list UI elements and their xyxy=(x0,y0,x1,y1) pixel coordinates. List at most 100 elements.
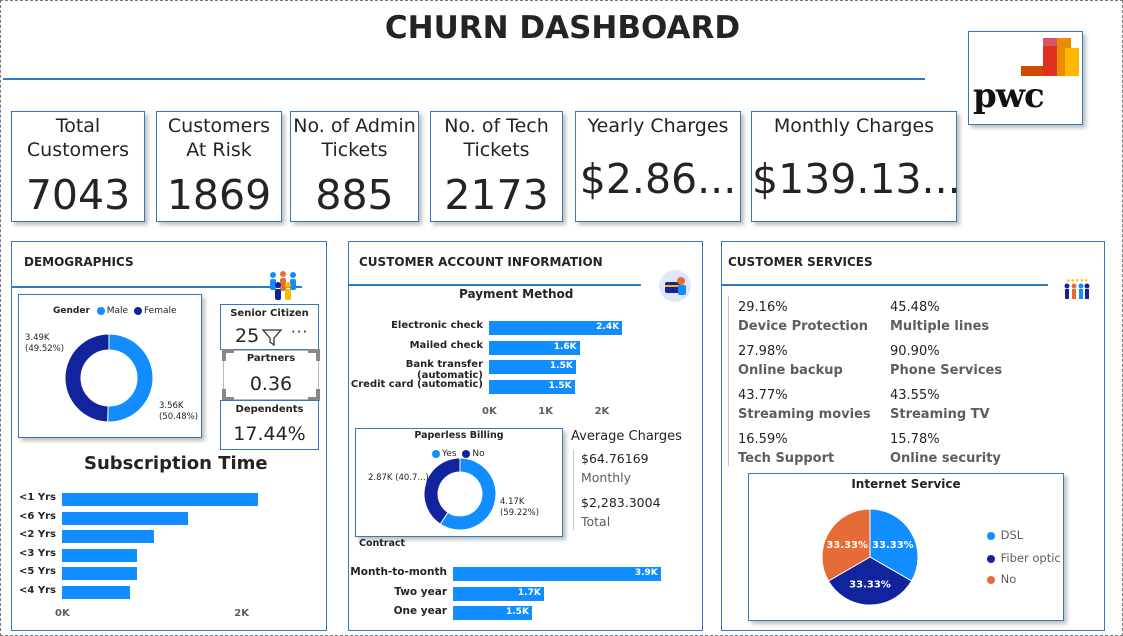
slice-no[interactable] xyxy=(423,457,461,525)
bar[interactable] xyxy=(453,567,661,581)
category-label: One year xyxy=(393,605,447,617)
category-label: <5 Yrs xyxy=(19,566,56,577)
service-name: Phone Services xyxy=(890,363,1003,378)
services-panel: CUSTOMER SERVICES ★★★★★ 29.16% Device Pr… xyxy=(721,241,1105,631)
slice-male[interactable] xyxy=(107,333,154,423)
kpi-customers-at-risk: Customers At Risk 1869 xyxy=(156,111,282,222)
legend-label: No xyxy=(1000,572,1017,586)
kpi-yearly-charges: Yearly Charges $2.86... xyxy=(575,111,741,222)
senior-citizen-card: Senior Citizen 25 ··· xyxy=(220,304,319,350)
more-options-icon[interactable]: ··· xyxy=(291,323,308,341)
kpi-tech-tickets: No. of Tech Tickets 2173 xyxy=(430,111,563,222)
category-label: <2 Yrs xyxy=(19,529,56,540)
logo-wordmark: pwc xyxy=(973,76,1045,116)
partners-value: 0.36 xyxy=(249,373,293,395)
axis-tick: 2K xyxy=(594,406,610,417)
account-panel: CUSTOMER ACCOUNT INFORMATION Payment Met… xyxy=(348,241,703,631)
legend-dot xyxy=(987,554,995,563)
category-label: Credit card (automatic) xyxy=(350,378,483,390)
data-label-male: 3.56K (50.48%) xyxy=(159,401,199,422)
gender-donut-card[interactable]: Gender Male Female 3.49K (49.52%) 3.56K … xyxy=(18,294,202,438)
service-pct: 29.16% xyxy=(738,300,788,315)
data-label: 1.5K xyxy=(506,607,529,617)
avg-total-value: $2,283.3004 xyxy=(581,495,661,510)
service-name: Online backup xyxy=(738,363,843,378)
axis-tick: 1K xyxy=(538,406,553,417)
kpi-value: $139.13... xyxy=(752,155,961,203)
dependents-card: Dependents 17.44% xyxy=(220,400,319,450)
slice-label: 33.33% xyxy=(872,540,914,551)
data-label-yes: 4.17K (59.22%) xyxy=(500,497,540,518)
kpi-value: 7043 xyxy=(25,171,131,219)
title-divider xyxy=(3,78,925,80)
category-label: <4 Yrs xyxy=(19,584,56,596)
service-name: Online security xyxy=(890,451,1001,466)
data-label: 1.5K xyxy=(549,361,573,371)
data-label: 1.5K xyxy=(548,380,572,391)
resize-handle[interactable] xyxy=(222,349,234,361)
subscription-bar-chart[interactable]: <1 Yrs <6 Yrs <2 Yrs <3 Yrs <5 Yrs <4 Yrs 0K 2K xyxy=(12,485,328,625)
partners-card[interactable]: Partners 0.36 xyxy=(222,349,320,401)
legend-label: Fiber optic xyxy=(1000,551,1061,565)
panel-divider xyxy=(349,284,641,286)
category-label: <6 Yrs xyxy=(19,510,56,522)
internet-pie-chart: 33.33% 33.33% 33.33% xyxy=(821,508,919,606)
bar[interactable] xyxy=(62,567,137,580)
demographics-panel: DEMOGRAPHICS Gender Male Female 3.49K (4… xyxy=(11,241,327,631)
legend-no: No xyxy=(987,572,1016,586)
service-pct: 15.78% xyxy=(890,432,940,447)
axis-tick: 0K xyxy=(55,608,70,619)
category-label: Mailed check xyxy=(409,339,483,351)
payment-bar-chart[interactable]: Electronic check 2.4K Mailed check 1.6K Bank… xyxy=(349,316,704,422)
filter-icon[interactable] xyxy=(261,327,283,347)
resize-handle[interactable] xyxy=(308,349,320,361)
bar[interactable] xyxy=(62,548,137,562)
internet-pie-card[interactable]: Internet Service 33.33% 33.33% 33.33% DSL … xyxy=(748,473,1064,621)
avg-monthly-value: $64.76169 xyxy=(581,451,649,466)
account-card-icon xyxy=(659,270,691,302)
payment-title: Payment Method xyxy=(459,287,574,301)
pwc-logo: pwc xyxy=(968,31,1083,125)
bar[interactable] xyxy=(62,585,131,599)
service-name: Streaming movies xyxy=(738,407,871,422)
panel-divider xyxy=(722,284,1048,286)
senior-label: Senior Citizen xyxy=(230,308,309,319)
kpi-admin-tickets: No. of Admin Tickets 885 xyxy=(290,111,419,222)
legend-dot xyxy=(987,531,995,540)
paperless-donut-card[interactable]: Paperless Billing Yes No 2.87K (40.7...)… xyxy=(355,428,563,537)
category-label: Two year xyxy=(394,585,447,598)
data-label: 1.7K xyxy=(517,587,541,598)
team-icon: ★★★★★ xyxy=(1064,278,1090,299)
panel-header: CUSTOMER ACCOUNT INFORMATION xyxy=(359,255,603,269)
kpi-label: No. of Tech Tickets xyxy=(444,115,549,161)
contract-title: Contract xyxy=(359,538,406,549)
kpi-value: 885 xyxy=(315,171,394,219)
legend-fiber: Fiber optic xyxy=(987,551,1061,565)
category-label: Month-to-month xyxy=(350,566,447,578)
kpi-label: No. of Admin Tickets xyxy=(293,115,416,161)
dependents-label: Dependents xyxy=(235,404,304,415)
kpi-label: Yearly Charges xyxy=(587,115,729,137)
category-label: <1 Yrs xyxy=(19,492,56,503)
service-name: Tech Support xyxy=(738,451,835,466)
services-divider xyxy=(728,296,729,466)
service-pct: 43.77% xyxy=(738,388,788,403)
category-label: <3 Yrs xyxy=(19,547,56,559)
kpi-value: 1869 xyxy=(166,171,272,219)
kpi-value: 2173 xyxy=(444,171,549,219)
avg-charges-title: Average Charges xyxy=(571,429,682,444)
bar[interactable] xyxy=(62,511,189,525)
people-group-icon xyxy=(270,271,296,300)
kpi-label: Customers At Risk xyxy=(167,115,271,161)
contract-bar-chart[interactable]: Month-to-month 3.9K Two year 1.7K One year 1.… xyxy=(349,562,704,622)
bar[interactable] xyxy=(62,493,258,506)
service-name: Device Protection xyxy=(738,319,869,334)
panel-header: DEMOGRAPHICS xyxy=(24,255,134,269)
dependents-value: 17.44% xyxy=(233,423,306,445)
kpi-label: Monthly Charges xyxy=(773,115,935,137)
category-label: Electronic check xyxy=(391,320,483,331)
bar[interactable] xyxy=(62,530,154,543)
data-label: 3.9K xyxy=(634,568,658,578)
data-label-no: 2.87K (40.7...) xyxy=(368,473,429,483)
partners-label: Partners xyxy=(246,353,296,364)
